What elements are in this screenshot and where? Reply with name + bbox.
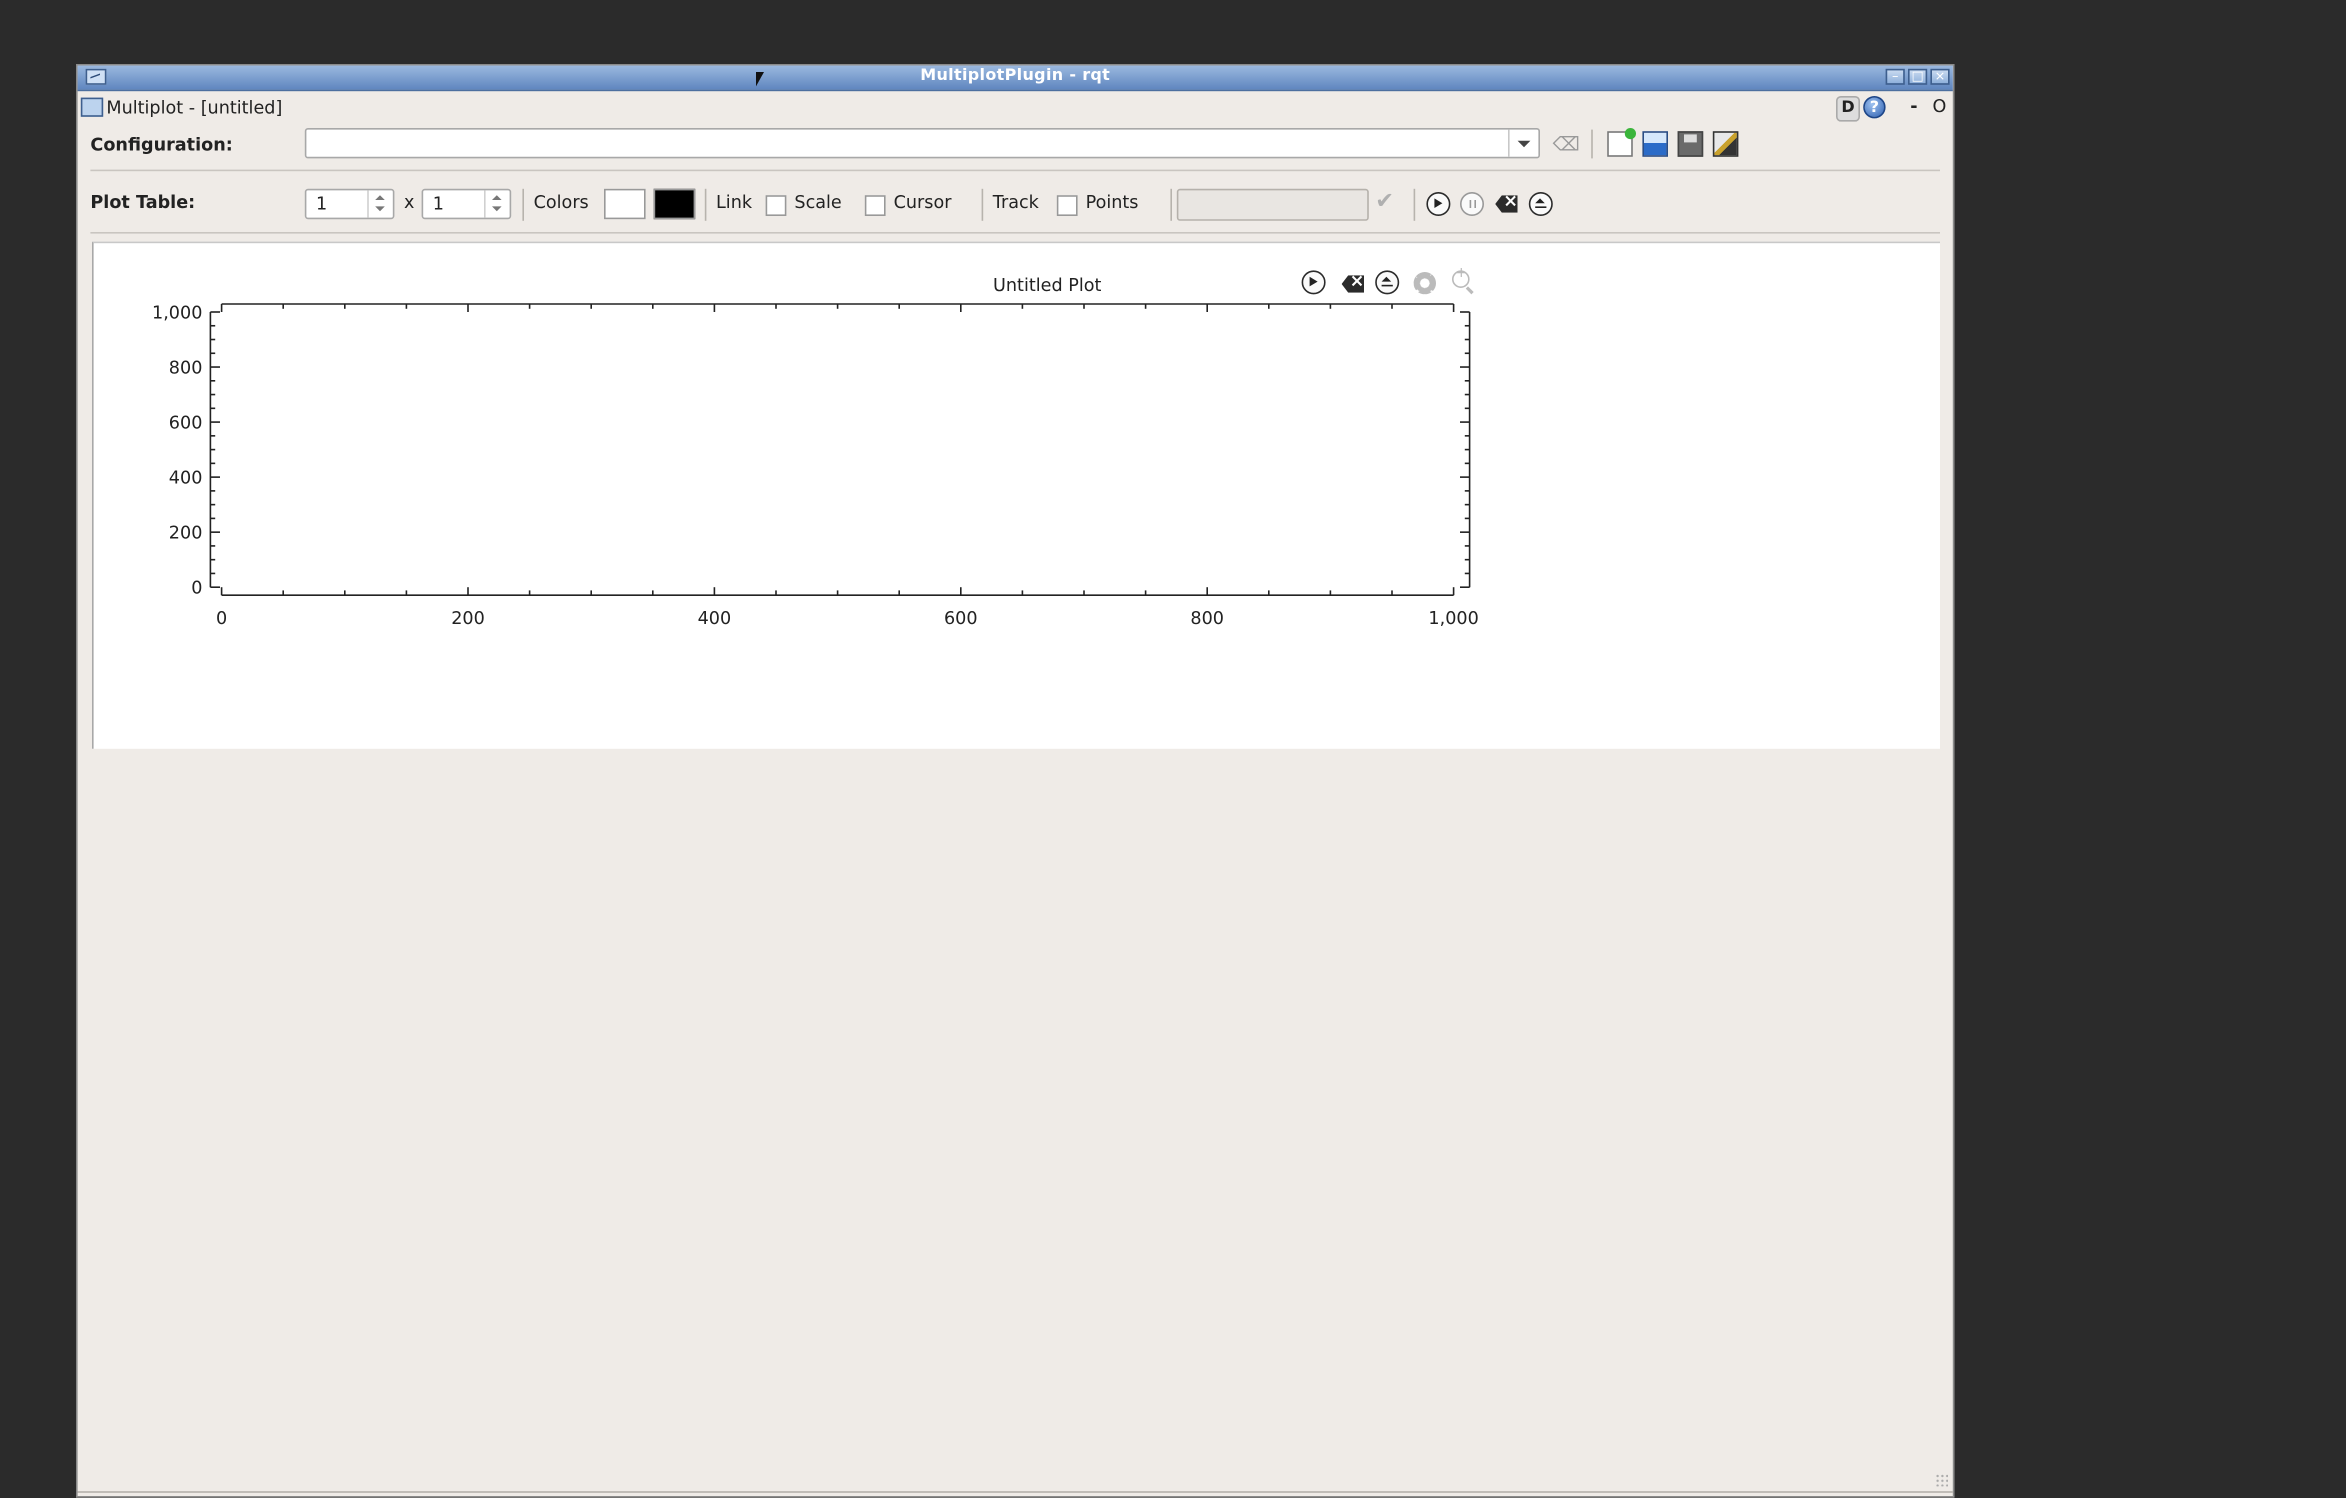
clear-icon[interactable] — [1495, 195, 1518, 213]
points-checkbox[interactable] — [1056, 195, 1078, 216]
foreground-color-swatch[interactable] — [653, 188, 696, 220]
configuration-combobox[interactable] — [304, 128, 1540, 159]
x-tick-label: 200 — [451, 609, 485, 629]
track-input[interactable] — [1176, 188, 1369, 221]
window-titlebar[interactable]: MultiplotPlugin - rqt – □ × — [77, 65, 1953, 92]
x-tick-label: 0 — [216, 609, 227, 629]
y-tick-label: 400 — [169, 469, 203, 489]
plot-table-label: Plot Table: — [90, 192, 196, 213]
link-label: Link — [716, 192, 753, 213]
save-as-config-icon[interactable] — [1712, 131, 1739, 157]
minimize-button[interactable]: – — [1885, 68, 1905, 85]
play-icon[interactable] — [1426, 192, 1451, 216]
options-plugin-button[interactable]: O — [1933, 96, 1947, 117]
cursor-label: Cursor — [893, 192, 952, 213]
y-tick-label: 600 — [169, 413, 203, 433]
x-tick-labels: 0 200 400 600 800 1,000 — [216, 609, 1479, 629]
rows-spin-arrows-icon[interactable] — [367, 190, 393, 218]
maximize-button[interactable]: □ — [1908, 68, 1928, 85]
background-color-swatch[interactable] — [604, 188, 646, 220]
eject-icon[interactable] — [1528, 192, 1553, 216]
separator — [1170, 188, 1172, 221]
minimize-plugin-button[interactable]: - — [1910, 96, 1917, 117]
separator — [1413, 188, 1416, 221]
x-separator-label: x — [404, 192, 415, 213]
pause-icon[interactable] — [1460, 192, 1484, 216]
mouse-cursor-icon — [756, 72, 764, 87]
x-tick-label: 600 — [944, 609, 978, 629]
separator — [704, 188, 707, 221]
y-tick-label: 0 — [191, 579, 202, 599]
x-tick-label: 800 — [1190, 609, 1224, 629]
rows-spinbox[interactable]: 1 — [304, 188, 395, 220]
open-config-icon[interactable] — [1642, 131, 1668, 157]
plugin-title: Multiplot - [untitled] — [106, 97, 283, 119]
status-bar — [77, 1491, 1953, 1496]
divider — [90, 232, 1940, 234]
plot-widget[interactable]: Untitled Plot 02004006008001,000 0200400… — [92, 241, 1942, 750]
colors-label: Colors — [533, 192, 589, 213]
y-tick-labels: 0 200 400 600 800 1,000 — [152, 303, 202, 598]
y-tick-label: 200 — [169, 524, 203, 544]
axes — [209, 303, 1471, 597]
close-button[interactable]: × — [1930, 68, 1950, 85]
chevron-down-icon[interactable] — [1508, 129, 1538, 157]
apply-check-icon[interactable]: ✔ — [1375, 189, 1394, 215]
y-tick-label: 800 — [169, 358, 203, 378]
configuration-label: Configuration: — [90, 134, 233, 156]
x-tick-label: 1,000 — [1428, 609, 1478, 629]
y-tick-label: 1,000 — [152, 303, 202, 323]
x-tick-label: 400 — [698, 609, 732, 629]
plot-canvas[interactable]: 0 200 400 600 800 1,000 0 200 400 600 800 1,000 — [94, 243, 1942, 750]
dock-button[interactable]: D — [1836, 96, 1860, 122]
cols-spin-arrows-icon[interactable] — [484, 190, 510, 218]
clear-history-icon[interactable]: ⌫ — [1553, 131, 1580, 157]
resize-grip-icon[interactable] — [1935, 1473, 1948, 1487]
plugin-icon — [80, 97, 104, 117]
cols-spinbox[interactable]: 1 — [421, 188, 512, 220]
separator — [981, 188, 984, 221]
rows-value: 1 — [316, 193, 328, 215]
track-label: Track — [992, 192, 1039, 213]
separator — [522, 188, 524, 221]
configuration-row: Configuration: ⌫ — [78, 126, 1953, 168]
cursor-checkbox[interactable] — [864, 195, 886, 216]
plot-table-row: Plot Table: 1 x 1 Colors Link Scale Curs… — [78, 184, 1953, 229]
save-config-icon[interactable] — [1677, 131, 1704, 157]
main-window: MultiplotPlugin - rqt – □ × Multiplot - … — [76, 64, 1955, 1498]
points-label: Points — [1085, 192, 1139, 213]
scale-label: Scale — [794, 192, 842, 213]
window-title: MultiplotPlugin - rqt — [920, 67, 1111, 85]
help-icon[interactable]: ? — [1863, 96, 1886, 119]
scale-checkbox[interactable] — [765, 195, 787, 216]
new-config-icon[interactable] — [1607, 128, 1637, 157]
divider — [90, 169, 1940, 172]
separator — [1591, 129, 1593, 159]
plugin-header: Multiplot - [untitled] D ? - O — [78, 94, 1953, 123]
cols-value: 1 — [432, 193, 444, 215]
